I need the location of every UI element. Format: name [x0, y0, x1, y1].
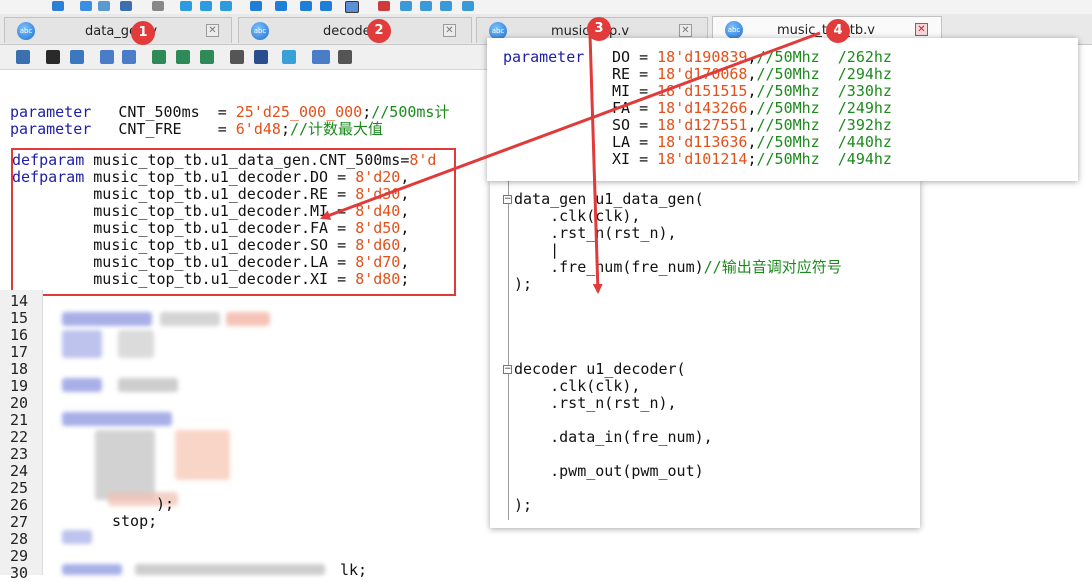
annotation-badge-4: 4	[826, 19, 850, 43]
annotation-badge-2: 2	[367, 19, 391, 43]
arrow-tb-to-decoder	[588, 33, 603, 294]
annotation-badge-1: 1	[131, 21, 155, 45]
annotation-badge-3: 3	[587, 17, 611, 41]
annotation-arrows	[320, 31, 821, 294]
arrow-decoder-to-defparam	[320, 31, 821, 220]
